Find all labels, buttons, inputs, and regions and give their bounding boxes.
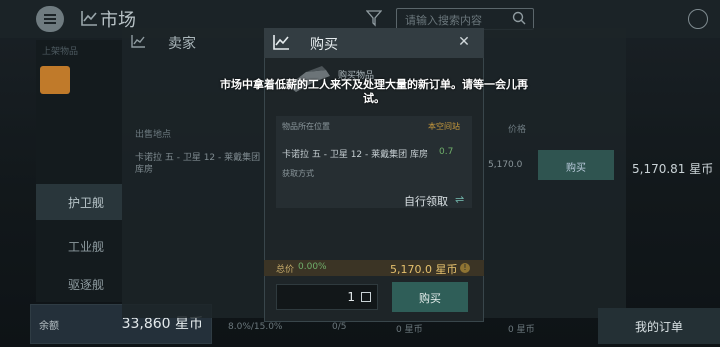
menu-button[interactable] bbox=[36, 6, 64, 32]
pickup-method[interactable]: 自行领取 bbox=[404, 193, 448, 209]
price-value: 5,170.0 bbox=[488, 160, 523, 170]
location-header: 出售地点 bbox=[135, 130, 172, 140]
total-label: 总价 bbox=[276, 265, 295, 275]
acquire-label: 获取方式 bbox=[282, 169, 314, 178]
price-column-header: 价格 bbox=[508, 125, 527, 135]
seller-location: 卡诺拉 五 - 卫星 12 - 莱戴集团 库房 bbox=[135, 153, 261, 175]
close-icon[interactable]: ✕ bbox=[456, 34, 472, 50]
station-tag: 本空间站 bbox=[428, 122, 460, 131]
bottom-stat: 0 星币 bbox=[396, 325, 423, 335]
bottom-stat: 0/5 bbox=[332, 322, 347, 332]
price-right: 5,170.81 星币 bbox=[632, 162, 714, 176]
close-market-button[interactable] bbox=[688, 9, 708, 29]
balance-label: 余额 bbox=[39, 321, 59, 332]
quantity-value: 1 bbox=[347, 290, 355, 304]
location-value: 卡诺拉 五 - 卫星 12 - 莱戴集团 库房 bbox=[282, 150, 428, 160]
item-thumbnail[interactable] bbox=[40, 66, 70, 94]
dialog-header bbox=[264, 28, 484, 58]
toast-message: 市场中拿着低薪的工人来不及处理大量的新订单。请等一会儿再试。 bbox=[220, 78, 528, 105]
sidebar-item-frigate[interactable]: 护卫舰 bbox=[36, 184, 122, 220]
total-percent: 0.00% bbox=[298, 262, 327, 272]
seller-title: 卖家 bbox=[168, 36, 196, 52]
location-label: 物品所在位置 bbox=[282, 122, 330, 131]
quantity-input[interactable]: 1 bbox=[276, 284, 378, 310]
sidebar-item-destroyer[interactable]: 驱逐舰 bbox=[36, 266, 122, 302]
total-amount: 5,170.0 星币 bbox=[390, 263, 458, 276]
security-status: 0.7 bbox=[439, 147, 454, 157]
keypad-icon[interactable] bbox=[361, 292, 371, 302]
filter-icon[interactable] bbox=[366, 9, 382, 27]
sidebar-header: 上架物品 bbox=[42, 47, 79, 57]
sidebar-item-label: 护卫舰 bbox=[68, 196, 105, 210]
sidebar-item-label: 工业舰 bbox=[68, 240, 105, 254]
chart-icon bbox=[81, 11, 97, 26]
buy-button-background[interactable]: 购买 bbox=[538, 150, 614, 180]
dialog-title: 购买 bbox=[310, 37, 338, 53]
my-orders-button[interactable]: 我的订单 bbox=[598, 308, 720, 344]
warning-icon: ! bbox=[460, 263, 470, 273]
sidebar-item-industrial[interactable]: 工业舰 bbox=[36, 228, 122, 264]
swap-icon[interactable]: ⇌ bbox=[455, 193, 464, 206]
bottom-stat: 8.0%/15.0% bbox=[228, 322, 283, 332]
chart-icon bbox=[273, 35, 289, 50]
search-icon[interactable] bbox=[512, 11, 526, 25]
bottom-stat: 0 星币 bbox=[508, 325, 535, 335]
buy-button[interactable]: 购买 bbox=[392, 282, 468, 312]
sidebar-item-label: 驱逐舰 bbox=[68, 278, 105, 292]
chart-icon bbox=[131, 35, 145, 48]
